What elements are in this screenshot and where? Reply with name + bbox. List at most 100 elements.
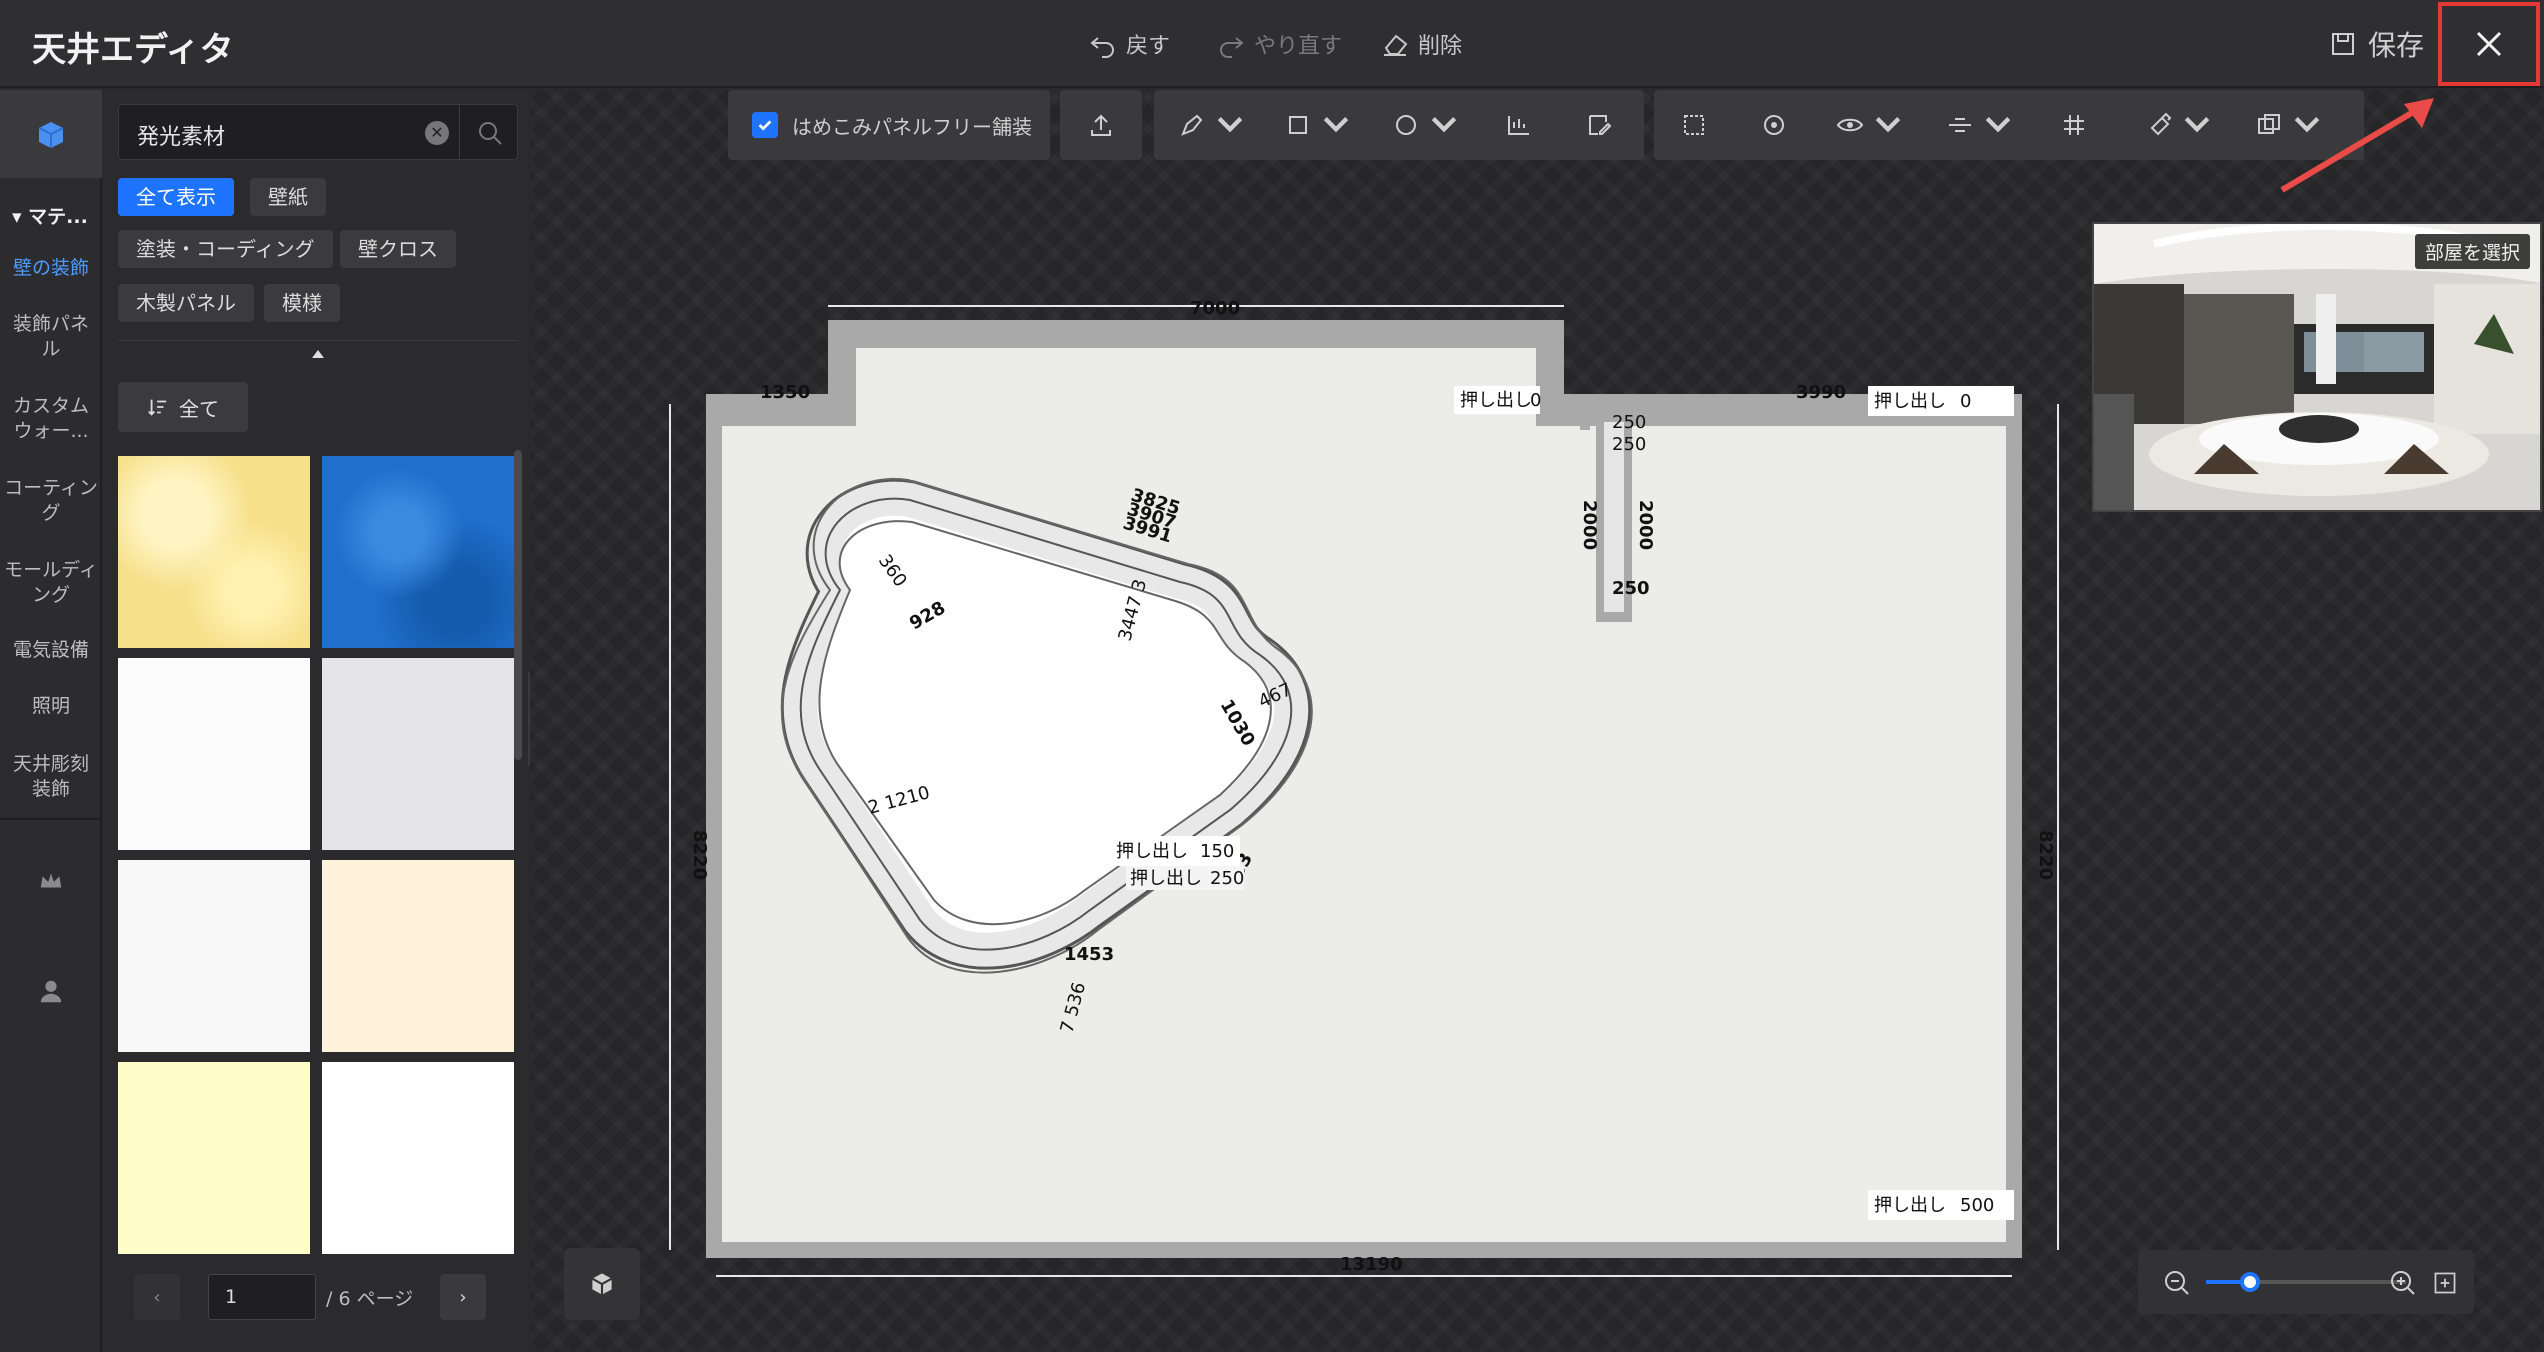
measure-tool-button[interactable]: [1484, 90, 1554, 160]
extrusion-tag-north[interactable]: 押し出し 0: [1454, 386, 1541, 414]
save-icon: [2332, 33, 2354, 55]
save-button[interactable]: 保存: [2328, 24, 2424, 64]
page-input[interactable]: 1: [208, 1274, 316, 1320]
edit-region-icon: [1589, 115, 1612, 135]
zoom-in-icon[interactable]: [2388, 1268, 2418, 1298]
extrusion-value: 0: [1530, 390, 1541, 411]
redo-button[interactable]: やり直す: [1216, 26, 1342, 62]
sort-label: 全て: [179, 396, 219, 421]
paving-label: はめこみパネルフリー舗装: [792, 114, 1032, 139]
light-gray-swatch[interactable]: [322, 658, 514, 850]
category-header[interactable]: ▾ マテ...: [12, 202, 88, 229]
align-button[interactable]: [1934, 90, 2024, 160]
yellow-marble-swatch[interactable]: [118, 456, 310, 648]
rail-item-lighting[interactable]: 照明: [4, 694, 98, 719]
zoom-slider-handle[interactable]: [2240, 1272, 2260, 1292]
alcove-floor[interactable]: [856, 348, 1536, 438]
undo-button[interactable]: 戻す: [1088, 26, 1170, 62]
search-value: 発光素材: [137, 125, 226, 150]
ring-dim-1453: 1453: [1064, 944, 1114, 965]
room-3d-preview[interactable]: 部屋を選択: [2092, 222, 2542, 512]
extrusion-value: 150: [1200, 841, 1234, 862]
sort-icon: [148, 399, 167, 416]
filter-wood-panel[interactable]: 木製パネル: [118, 284, 254, 322]
extrusion-label: 押し出し: [1130, 868, 1202, 889]
rail-item-ceiling-carving[interactable]: 天井彫刻装飾: [4, 752, 98, 802]
rectangle-tool-button[interactable]: [1272, 90, 1362, 160]
panel-scrollbar[interactable]: [514, 450, 522, 760]
rail-item-decorative-panel[interactable]: 装飾パネル: [4, 312, 98, 362]
chevron-down-icon: [2184, 117, 2210, 133]
filter-separator: [118, 340, 518, 341]
sort-button[interactable]: 全て: [118, 382, 248, 432]
paving-checkbox[interactable]: [752, 112, 778, 138]
pen-tool-button[interactable]: [1166, 90, 1256, 160]
pure-white-swatch[interactable]: [322, 1062, 514, 1254]
paving-toggle[interactable]: はめこみパネルフリー舗装: [728, 90, 1050, 160]
user-icon[interactable]: [30, 970, 72, 1012]
blue-texture-swatch[interactable]: [322, 456, 514, 648]
search-button[interactable]: [459, 105, 519, 161]
extrusion-tag-floor[interactable]: 押し出し 500: [1868, 1190, 2014, 1220]
delete-button[interactable]: 削除: [1380, 26, 1462, 62]
top-bar: 天井エディタ 戻す やり直す 削除 保存: [0, 0, 2544, 88]
pen-icon: [1181, 114, 1203, 136]
search-input[interactable]: 発光素材 ✕: [118, 104, 519, 161]
dim-col-250-c: 250: [1612, 578, 1650, 599]
prev-page-button[interactable]: ‹: [134, 1274, 180, 1320]
grid-icon: [2064, 115, 2084, 135]
paint-button[interactable]: [2128, 90, 2228, 160]
collapse-filters-icon[interactable]: [312, 350, 324, 358]
rail-item-molding[interactable]: モールディング: [4, 558, 98, 608]
ceiling-plan[interactable]: 7000 1350 3990 13190 8220 8220 250 250 2…: [660, 290, 2080, 1280]
pale-yellow-swatch[interactable]: [118, 1062, 310, 1254]
rail-divider: [0, 818, 102, 820]
cream-swatch[interactable]: [322, 860, 514, 1052]
view-3d-toggle[interactable]: [564, 1248, 640, 1320]
circle-icon: [1396, 115, 1416, 135]
eye-icon: [1836, 118, 1864, 132]
dim-height-left: 8220: [689, 830, 710, 880]
filter-show-all[interactable]: 全て表示: [118, 178, 234, 216]
fit-view-icon[interactable]: [2432, 1270, 2458, 1296]
zoom-slider[interactable]: [2206, 1272, 2406, 1292]
circle-tool-button[interactable]: [1380, 90, 1470, 160]
paint-brush-icon: [2150, 112, 2172, 136]
filter-wallpaper[interactable]: 壁紙: [250, 178, 326, 216]
extrusion-value: 250: [1210, 868, 1244, 889]
filter-paint-coating[interactable]: 塗装・コーディング: [118, 230, 333, 268]
page-total: / 6 ページ: [326, 1288, 414, 1310]
material-category-tab[interactable]: [0, 90, 102, 178]
select-room-button[interactable]: 部屋を選択: [2414, 234, 2530, 269]
zoom-out-icon[interactable]: [2162, 1268, 2192, 1298]
next-page-button[interactable]: ›: [440, 1274, 486, 1320]
import-button[interactable]: [1060, 90, 1142, 160]
frame-select-button[interactable]: [1654, 90, 1734, 160]
rail-item-electrical[interactable]: 電気設備: [4, 638, 98, 663]
search-icon: [478, 122, 502, 145]
visibility-button[interactable]: [1824, 90, 1914, 160]
crown-icon[interactable]: [30, 860, 72, 902]
extrusion-tag-east[interactable]: 押し出し 0: [1868, 386, 2014, 416]
extrusion-label: 押し出し: [1874, 391, 1946, 412]
filter-pattern[interactable]: 模様: [264, 284, 340, 322]
rail-item-coating[interactable]: コーティング: [4, 476, 98, 526]
edit-region-button[interactable]: [1564, 90, 1634, 160]
dim-right-top: 3990: [1796, 382, 1846, 403]
spot-tool-button[interactable]: [1734, 90, 1814, 160]
close-button[interactable]: [2438, 2, 2540, 86]
white-swatch[interactable]: [118, 658, 310, 850]
extrusion-tag-ring-lower[interactable]: 押し出し 250: [1126, 866, 1244, 890]
box-3d-icon: [591, 1273, 613, 1295]
grid-button[interactable]: [2034, 90, 2114, 160]
check-icon: [758, 120, 772, 131]
extrusion-tag-ring[interactable]: 押し出し 150: [1110, 836, 1240, 866]
rail-item-custom-wall[interactable]: カスタムウォー...: [4, 394, 98, 444]
off-white-swatch[interactable]: [118, 860, 310, 1052]
import-tool-group: [1060, 90, 1142, 160]
close-icon: [2476, 31, 2502, 57]
filter-wall-cloth[interactable]: 壁クロス: [340, 230, 456, 268]
dim-col-250-b: 250: [1612, 434, 1646, 455]
rail-item-wall-decoration[interactable]: 壁の装飾: [4, 256, 98, 281]
clear-search-icon[interactable]: ✕: [425, 121, 449, 145]
